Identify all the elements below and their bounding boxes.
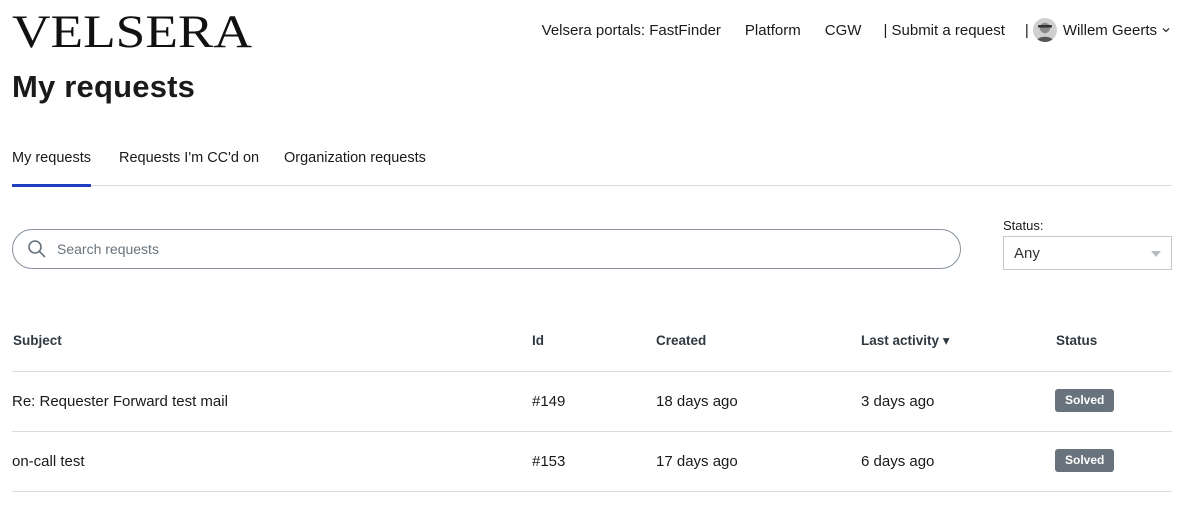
request-last-activity: 3 days ago [861,393,935,410]
user-name: Willem Geerts [1062,21,1157,39]
request-subject-link[interactable]: Re: Requester Forward test mail [12,393,228,410]
request-created: 18 days ago [656,393,738,410]
nav-cgw-link[interactable]: CGW [825,22,862,39]
tab-my-requests[interactable]: My requests [12,150,91,187]
nav-submit-request-link[interactable]: | Submit a request [883,22,1004,39]
search-icon [28,240,46,258]
tab-organization-requests[interactable]: Organization requests [284,150,426,184]
status-filter-value: Any [1014,244,1040,262]
avatar [1032,18,1057,42]
chevron-down-icon [1162,28,1170,33]
request-created: 17 days ago [656,453,738,470]
column-header-status: Status [1056,333,1098,348]
search-input[interactable] [55,240,939,258]
row-divider [12,371,1172,372]
caret-down-icon [1151,251,1161,257]
column-header-subject: Subject [13,333,62,348]
nav-divider: | [1024,21,1029,39]
tab-cc-requests[interactable]: Requests I'm CC'd on [119,150,259,184]
request-last-activity: 6 days ago [861,453,935,470]
search-box [12,229,961,269]
column-header-id: Id [532,333,544,348]
status-filter-select[interactable]: Any [1003,236,1172,270]
nav-portals-link[interactable]: Velsera portals: FastFinder [542,22,721,39]
column-header-created: Created [656,333,707,348]
row-divider [12,491,1172,492]
request-id: #153 [532,453,566,470]
row-divider [12,431,1172,432]
status-badge: Solved [1055,449,1115,472]
logo-text: VELSERA [12,10,252,50]
status-filter-label: Status: [1003,218,1044,233]
request-tabs: My requests Requests I'm CC'd on Organiz… [12,140,1172,187]
request-id: #149 [532,393,566,410]
top-nav: Velsera portals: FastFinder Platform CGW… [542,17,1171,43]
status-badge: Solved [1055,389,1115,412]
page-title: My requests [12,69,196,104]
velsera-logo[interactable]: VELSERA [12,10,254,50]
request-subject-link[interactable]: on-call test [12,453,85,470]
nav-platform-link[interactable]: Platform [745,22,801,39]
column-header-last-activity[interactable]: Last activity ▾ [861,333,950,349]
user-menu[interactable]: | Willem Geerts [1025,18,1171,42]
